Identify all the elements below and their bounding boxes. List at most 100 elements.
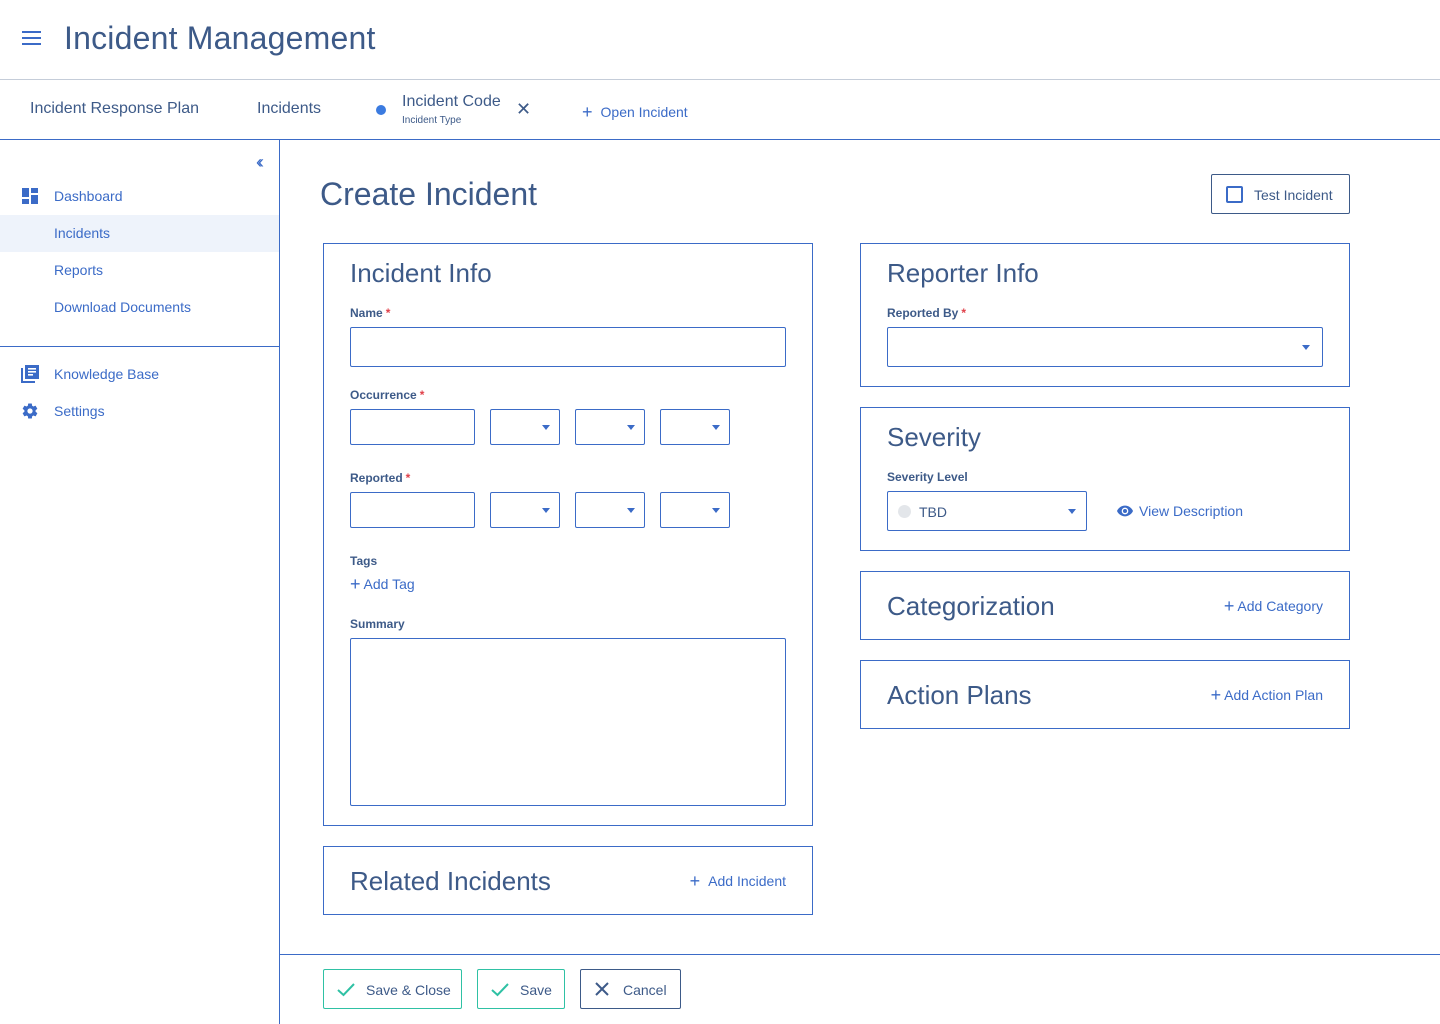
tab-incidents[interactable]: Incidents [257, 100, 321, 118]
save-button[interactable]: Save [477, 969, 565, 1009]
add-category-label: Add Category [1237, 598, 1323, 614]
sidebar-item-label: Download Documents [54, 299, 191, 315]
save-label: Save [520, 982, 552, 998]
plus-icon: + [1223, 596, 1235, 616]
sidebar-item-dashboard[interactable]: Dashboard [0, 178, 279, 215]
severity-dot-icon [898, 505, 911, 518]
card-title: Action Plans [887, 680, 1032, 710]
sidebar-item-settings[interactable]: Settings [0, 393, 279, 430]
card-title: Incident Info [350, 258, 492, 288]
caret-down-icon [627, 425, 635, 430]
view-description-label: View Description [1139, 503, 1244, 519]
sidebar-item-incidents[interactable]: Incidents [0, 215, 279, 252]
hamburger-menu-icon[interactable] [22, 31, 42, 49]
occurrence-label: Occurrence * [350, 388, 425, 402]
sidebar: ‹‹ Dashboard Incidents Reports Download … [0, 140, 280, 1024]
check-icon [337, 983, 355, 997]
test-incident-checkbox[interactable]: Test Incident [1211, 174, 1350, 214]
severity-card: Severity Severity Level TBD View Descrip… [860, 407, 1350, 551]
tab-bar: Incident Response Plan Incidents Inciden… [0, 80, 1440, 140]
sidebar-item-label: Dashboard [54, 188, 123, 204]
sidebar-item-label: Knowledge Base [54, 366, 160, 382]
reported-hour-select[interactable] [490, 492, 560, 528]
related-incidents-card: Related Incidents + Add Incident [323, 846, 813, 915]
save-and-close-label: Save & Close [366, 982, 451, 998]
app-title: Incident Management [64, 20, 376, 56]
occurrence-ampm-select[interactable] [660, 409, 730, 445]
open-incident-button[interactable]: + Open Incident [582, 102, 688, 123]
reported-ampm-select[interactable] [660, 492, 730, 528]
reported-by-select[interactable] [887, 327, 1323, 367]
sidebar-item-label: Incidents [54, 225, 111, 241]
plus-icon: + [1210, 685, 1222, 705]
sidebar-item-label: Settings [54, 403, 105, 419]
add-tag-button[interactable]: + Add Tag [350, 574, 415, 595]
add-tag-label: Add Tag [363, 576, 415, 592]
card-title: Reporter Info [887, 258, 1039, 288]
cancel-button[interactable]: Cancel [580, 969, 681, 1009]
severity-level-label: Severity Level [887, 470, 968, 484]
cancel-label: Cancel [623, 982, 667, 998]
plus-icon: + [582, 102, 593, 122]
test-incident-label: Test Incident [1254, 187, 1333, 203]
dashboard-icon [22, 188, 38, 204]
collapse-sidebar-icon[interactable]: ‹‹ [256, 152, 264, 173]
occurrence-minute-select[interactable] [575, 409, 645, 445]
reporter-info-card: Reporter Info Reported By * [860, 243, 1350, 387]
footer-divider [280, 954, 1440, 955]
caret-down-icon [712, 425, 720, 430]
caret-down-icon [1302, 345, 1310, 350]
open-incident-label: Open Incident [600, 104, 688, 120]
add-incident-button[interactable]: + Add Incident [690, 871, 786, 892]
page-title: Create Incident [320, 176, 538, 212]
sidebar-item-knowledge-base[interactable]: Knowledge Base [0, 356, 279, 393]
caret-down-icon [542, 425, 550, 430]
add-action-plan-label: Add Action Plan [1224, 687, 1323, 703]
sidebar-item-download-documents[interactable]: Download Documents [0, 289, 279, 326]
reported-by-label: Reported By * [887, 306, 967, 320]
summary-label: Summary [350, 617, 405, 631]
reported-date-input[interactable] [350, 492, 475, 528]
tags-label: Tags [350, 554, 378, 568]
save-and-close-button[interactable]: Save & Close [323, 969, 462, 1009]
card-title: Categorization [887, 591, 1055, 621]
close-icon [595, 982, 609, 996]
card-title: Severity [887, 422, 981, 452]
view-description-button[interactable]: View Description [1117, 503, 1243, 519]
categorization-card: Categorization + Add Category [860, 571, 1350, 640]
name-input[interactable] [350, 327, 786, 367]
add-action-plan-button[interactable]: + Add Action Plan [1211, 685, 1323, 706]
tab-subtitle: Incident Type [402, 115, 462, 126]
incident-info-card: Incident Info Name * Occurrence * Reported… [323, 243, 813, 826]
summary-textarea[interactable] [350, 638, 786, 806]
caret-down-icon [1068, 509, 1076, 514]
action-plans-card: Action Plans + Add Action Plan [860, 660, 1350, 729]
close-tab-icon[interactable]: ✕ [516, 100, 531, 118]
tab-incident-response-plan[interactable]: Incident Response Plan [30, 100, 199, 118]
add-incident-label: Add Incident [708, 873, 786, 889]
tab-title: Incident Code [402, 93, 501, 110]
caret-down-icon [542, 508, 550, 513]
name-label: Name * [350, 306, 391, 320]
app-header: Incident Management [0, 0, 1440, 80]
severity-level-select[interactable]: TBD [887, 491, 1087, 531]
sidebar-item-reports[interactable]: Reports [0, 252, 279, 289]
occurrence-hour-select[interactable] [490, 409, 560, 445]
checkbox-icon [1226, 186, 1243, 203]
occurrence-date-input[interactable] [350, 409, 475, 445]
caret-down-icon [627, 508, 635, 513]
book-icon [21, 365, 39, 383]
add-category-button[interactable]: + Add Category [1224, 596, 1323, 617]
reported-label: Reported * [350, 471, 411, 485]
sidebar-item-label: Reports [54, 262, 104, 278]
active-tab-dot-icon [376, 105, 386, 115]
eye-icon [1117, 505, 1133, 517]
plus-icon: + [350, 574, 361, 594]
plus-icon: + [689, 871, 701, 891]
card-title: Related Incidents [350, 866, 551, 896]
check-icon [491, 983, 509, 997]
reported-minute-select[interactable] [575, 492, 645, 528]
sidebar-divider [0, 346, 279, 347]
caret-down-icon [712, 508, 720, 513]
gear-icon [22, 403, 38, 419]
